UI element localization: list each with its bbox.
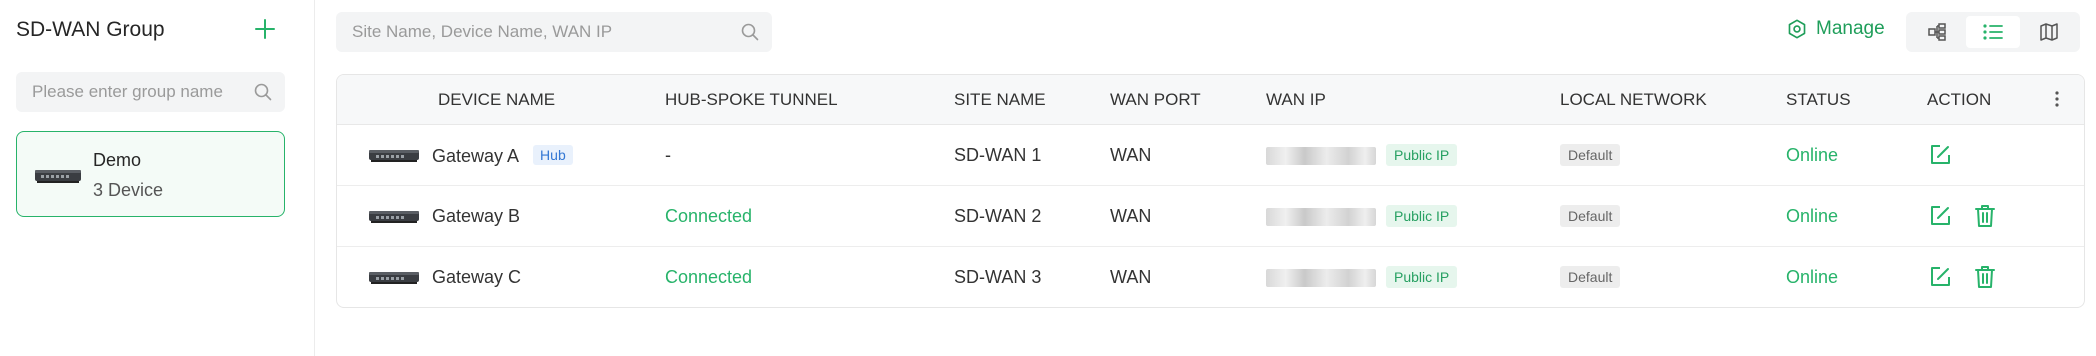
group-search-input[interactable] [16,72,241,112]
view-toggle [1906,12,2080,52]
site-name-cell: SD-WAN 2 [954,206,1042,226]
manage-gear-icon [1788,19,1806,39]
device-search [336,12,772,52]
gateway-device-icon [35,168,81,189]
list-view-button[interactable] [1966,16,2020,48]
search-icon[interactable] [740,22,760,47]
status-cell: Online [1786,206,1839,226]
sidebar: SD-WAN Group Demo 3 Device [0,0,315,356]
col-hub-spoke-tunnel: HUB-SPOKE TUNNEL [665,90,838,109]
wan-port-cell: WAN [1110,267,1152,287]
manage-button[interactable]: Manage [1786,18,1885,40]
plus-icon [255,19,275,39]
device-name-cell: Gateway A Hub [432,145,573,167]
device-name: Gateway B [432,206,521,226]
map-view-button[interactable] [2022,16,2076,48]
public-ip-badge: Public IP [1386,266,1458,288]
group-search [16,72,285,112]
local-network-badge: Default [1560,205,1621,227]
device-table: DEVICE NAME HUB-SPOKE TUNNEL SITE NAME W… [336,74,2085,308]
gateway-device-icon [369,271,419,290]
table-header: DEVICE NAME HUB-SPOKE TUNNEL SITE NAME W… [337,75,2084,125]
public-ip-badge: Public IP [1386,205,1458,227]
wan-ip-blurred [1266,208,1376,226]
add-group-button[interactable] [250,14,280,44]
topology-view-button[interactable] [1910,16,1964,48]
edit-icon[interactable] [1927,142,1953,173]
col-action: ACTION [1927,90,1992,109]
gateway-device-icon [369,210,419,229]
status-cell: Online [1786,145,1839,165]
wan-port-cell: WAN [1110,145,1152,165]
status-cell: Online [1786,267,1839,287]
table-row[interactable]: Gateway A Hub - SD-WAN 1 WAN Public IP De… [337,125,2084,186]
site-name-cell: SD-WAN 1 [954,145,1042,165]
group-card-demo[interactable]: Demo 3 Device [16,131,285,217]
group-device-count: 3 Device [93,180,164,200]
edit-icon[interactable] [1927,264,1953,295]
table-row[interactable]: Gateway C Connected SD-WAN 3 WAN Public … [337,247,2084,307]
wan-ip-blurred [1266,269,1376,287]
local-network-badge: Default [1560,266,1621,288]
wan-ip-blurred [1266,147,1376,165]
device-search-input[interactable] [336,12,726,52]
col-site-name: SITE NAME [954,90,1046,109]
tunnel-cell: Connected [665,267,753,287]
list-view-icon [1983,24,2003,40]
col-local-network: LOCAL NETWORK [1560,90,1707,109]
group-name: Demo [93,150,142,170]
wan-port-cell: WAN [1110,206,1152,226]
col-device-name: DEVICE NAME [438,90,556,109]
tunnel-cell: - [665,145,671,165]
device-name: Gateway C [432,267,522,287]
table-row[interactable]: Gateway B Connected SD-WAN 2 WAN Public … [337,186,2084,247]
hub-badge: Hub [533,145,573,165]
more-icon[interactable] [2054,89,2060,114]
manage-label: Manage [1816,18,1885,39]
device-name: Gateway A [432,146,520,166]
sidebar-title: SD-WAN Group [16,18,165,41]
col-wan-ip: WAN IP [1266,90,1326,109]
col-wan-port: WAN PORT [1110,90,1201,109]
local-network-badge: Default [1560,144,1621,166]
public-ip-badge: Public IP [1386,144,1458,166]
map-view-icon [2040,23,2058,41]
delete-icon[interactable] [1972,203,1998,234]
search-icon[interactable] [253,82,273,107]
col-status: STATUS [1786,90,1851,109]
site-name-cell: SD-WAN 3 [954,267,1042,287]
topology-view-icon [1928,23,1946,41]
edit-icon[interactable] [1927,203,1953,234]
tunnel-cell: Connected [665,206,753,226]
gateway-device-icon [369,149,419,168]
delete-icon[interactable] [1972,264,1998,295]
